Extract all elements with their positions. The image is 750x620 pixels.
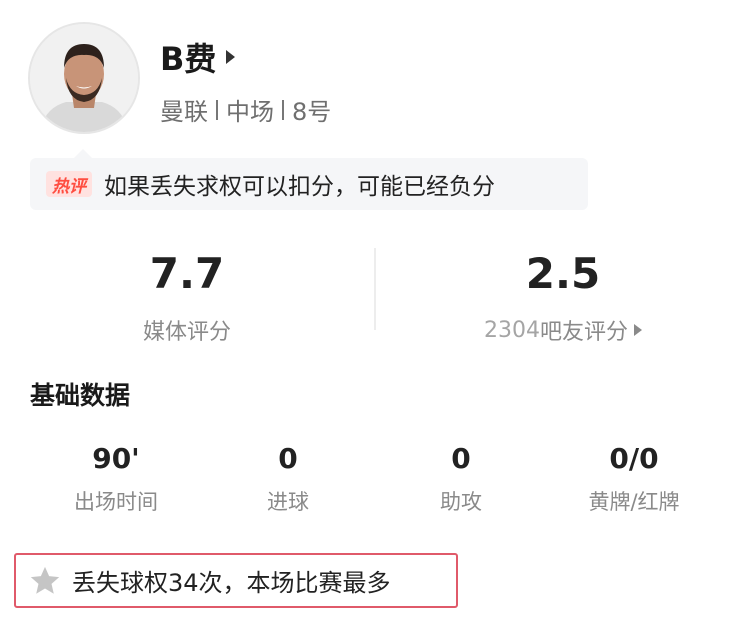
highlight-text: 丢失球权34次，本场比赛最多: [72, 569, 391, 597]
media-rating: 7.7 媒体评分: [0, 250, 374, 346]
stat-value: 0/0: [609, 442, 659, 475]
meta-divider: [282, 99, 284, 120]
fan-rating-count: 2304: [483, 317, 540, 343]
stat-label: 黄牌/红牌: [588, 490, 680, 514]
star-icon: [30, 566, 60, 594]
hot-comment-text: 如果丢失求权可以扣分，可能已经负分: [104, 174, 495, 200]
team-name: 曼联: [160, 98, 208, 126]
stat-value: 90': [92, 442, 140, 475]
stat-cards: 0/0 黄牌/红牌: [544, 442, 724, 516]
fan-rating[interactable]: 2.5 2304 吧友评分: [376, 250, 750, 346]
stat-label: 助攻: [440, 490, 482, 514]
player-name: B费: [160, 40, 217, 78]
stat-value: 0: [278, 442, 298, 475]
fan-rating-value: 2.5: [525, 249, 601, 298]
stat-label: 进球: [267, 490, 309, 514]
player-meta: 曼联 中场 8号: [160, 92, 331, 127]
hot-comment-badge: 热评: [46, 171, 92, 197]
meta-divider: [216, 99, 218, 120]
player-avatar[interactable]: [28, 22, 140, 134]
shirt-number: 8号: [292, 98, 332, 126]
stat-assists: 0 助攻: [371, 442, 551, 516]
stat-minutes: 90' 出场时间: [26, 442, 206, 516]
media-rating-value: 7.7: [149, 249, 225, 298]
caret-right-icon: [634, 324, 642, 336]
stat-label: 出场时间: [74, 490, 158, 514]
fan-rating-link[interactable]: 2304 吧友评分: [376, 314, 750, 346]
stat-value: 0: [451, 442, 471, 475]
media-rating-label: 媒体评分: [142, 320, 231, 345]
hot-comment[interactable]: 热评 如果丢失求权可以扣分，可能已经负分: [30, 149, 588, 210]
player-position: 中场: [226, 98, 274, 126]
caret-right-icon: [226, 50, 236, 64]
basic-stats-title: 基础数据: [30, 381, 131, 410]
fan-rating-label: 吧友评分: [539, 320, 628, 345]
player-name-link[interactable]: B费: [160, 34, 236, 80]
stat-goals: 0 进球: [198, 442, 378, 516]
stat-highlight: 丢失球权34次，本场比赛最多: [14, 553, 458, 608]
player-portrait-icon: [30, 24, 138, 132]
